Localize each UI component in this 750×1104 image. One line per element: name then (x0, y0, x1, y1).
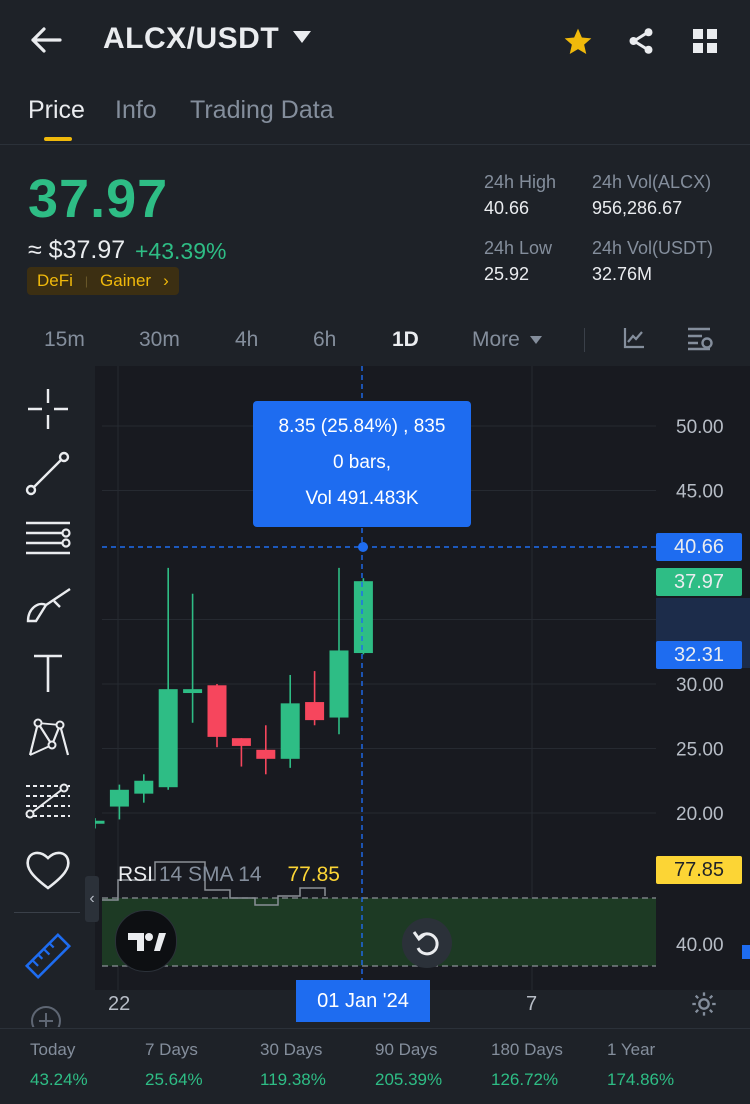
perf-label: Today (30, 1040, 76, 1059)
performance-divider (0, 1028, 750, 1029)
perf-value: 25.64% (145, 1070, 203, 1089)
rsi-params: 14 SMA 14 (158, 863, 262, 886)
y-axis-label: 45.00 (676, 482, 724, 503)
pattern-tool-icon[interactable] (24, 715, 72, 763)
last-price-tag: 37.97 (656, 568, 742, 596)
x-label-right: 7 (526, 993, 538, 1015)
candle-up[interactable] (329, 650, 349, 718)
candle-down[interactable] (305, 702, 325, 721)
rsi-name: RSI (118, 863, 154, 886)
rsi-band (102, 898, 656, 966)
candle-up[interactable] (158, 689, 178, 788)
y-axis-label: 50.00 (676, 417, 724, 438)
perf-value: 174.86% (607, 1070, 675, 1089)
y-axis-label: 30.00 (676, 675, 724, 696)
rsi-value-tag: 77.85 (656, 856, 742, 884)
rsi-label: RSI 14 SMA 14 77.85 (118, 863, 340, 887)
perf-180d: 180 Days 126.72% (491, 1040, 611, 1090)
parallel-lines-tool-icon[interactable] (24, 518, 72, 566)
trend-line-tool-icon[interactable] (24, 450, 72, 498)
y-axis-label: 25.00 (676, 740, 724, 761)
ruler-measure-icon[interactable] (24, 932, 72, 980)
reset-chart-icon[interactable] (402, 918, 452, 968)
candlestick-chart[interactable]: 50.0045.0035.0030.0025.0020.00 (0, 0, 750, 1104)
candle-up[interactable] (280, 703, 300, 759)
fib-retracement-tool-icon[interactable] (24, 780, 72, 828)
y-axis-label: 20.00 (676, 804, 724, 825)
perf-30d: 30 Days 119.38% (260, 1040, 380, 1090)
perf-90d: 90 Days 205.39% (375, 1040, 495, 1090)
x-label-selected: 01 Jan '24 (296, 980, 430, 1022)
candle-up[interactable] (134, 780, 154, 794)
text-tool-icon[interactable] (24, 650, 72, 698)
measure-tooltip: 8.35 (25.84%) , 835 0 bars, Vol 491.483K (253, 401, 471, 527)
candle-up[interactable] (109, 789, 129, 807)
rsi-axis-label: 40.00 (676, 935, 724, 956)
measure-edge-marker (742, 945, 750, 959)
favorites-heart-icon[interactable] (24, 846, 72, 894)
perf-value: 205.39% (375, 1070, 443, 1089)
crosshair-price-tag: 40.66 (656, 533, 742, 561)
perf-1y: 1 Year 174.86% (607, 1040, 727, 1090)
measure-price-tag: 32.31 (656, 641, 742, 669)
perf-7d: 7 Days 25.64% (145, 1040, 265, 1090)
gear-icon[interactable] (690, 990, 718, 1023)
perf-label: 1 Year (607, 1040, 656, 1059)
perf-value: 43.24% (30, 1070, 88, 1089)
perf-value: 119.38% (260, 1070, 326, 1089)
rsi-value: 77.85 (287, 863, 340, 886)
tradingview-logo[interactable] (115, 910, 177, 972)
brush-tool-icon[interactable] (24, 585, 72, 633)
perf-value: 126.72% (491, 1070, 559, 1089)
toolbar-divider (14, 912, 80, 913)
x-label-left: 22 (108, 993, 131, 1015)
crosshair-point (358, 542, 368, 552)
perf-label: 7 Days (145, 1040, 198, 1059)
candle-down[interactable] (231, 738, 251, 746)
collapse-toolbar-handle[interactable]: ‹ (85, 876, 99, 922)
perf-label: 180 Days (491, 1040, 563, 1059)
tooltip-bars: 0 bars, (332, 452, 392, 473)
candle-down[interactable] (207, 685, 227, 737)
tooltip-volume: Vol 491.483K (305, 488, 419, 509)
candle-up[interactable] (353, 581, 373, 654)
perf-label: 30 Days (260, 1040, 323, 1059)
candle-up[interactable] (183, 689, 203, 694)
tooltip-change: 8.35 (25.84%) , 835 (278, 416, 446, 437)
crosshair-tool-icon[interactable] (24, 385, 72, 433)
perf-today: Today 43.24% (30, 1040, 150, 1090)
perf-label: 90 Days (375, 1040, 438, 1059)
candle-down[interactable] (256, 749, 276, 759)
